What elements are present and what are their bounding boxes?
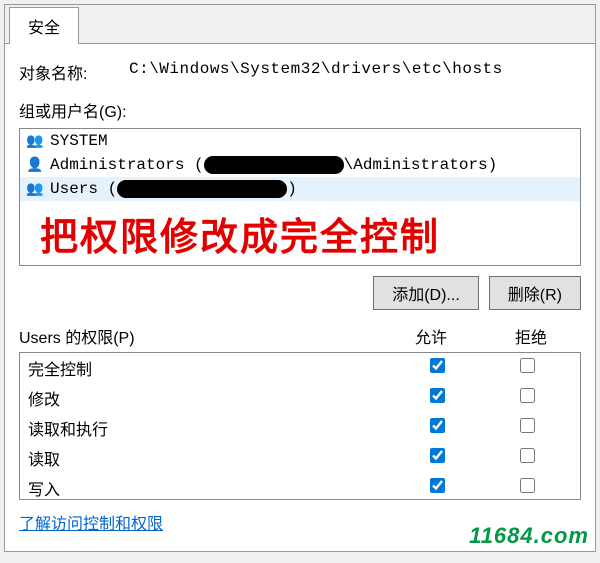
deny-checkbox[interactable] bbox=[520, 358, 535, 373]
principal-suffix: \Administrators) bbox=[344, 156, 498, 174]
permissions-listbox[interactable]: 完全控制 修改 读取和执行 读取 写入 bbox=[19, 352, 581, 500]
permission-name: 读取 bbox=[28, 446, 392, 470]
properties-dialog: 安全 对象名称: C:\Windows\System32\drivers\etc… bbox=[4, 4, 596, 552]
tab-security[interactable]: 安全 bbox=[9, 7, 79, 44]
object-row: 对象名称: C:\Windows\System32\drivers\etc\ho… bbox=[19, 60, 581, 84]
deny-checkbox[interactable] bbox=[520, 478, 535, 493]
permission-row: 写入 bbox=[20, 473, 580, 500]
permission-row: 修改 bbox=[20, 383, 580, 413]
principal-suffix: ) bbox=[287, 180, 297, 198]
permission-row: 读取 bbox=[20, 443, 580, 473]
annotation-overlay: 把权限修改成完全控制 bbox=[40, 206, 440, 261]
principal-name: SYSTEM bbox=[50, 132, 108, 150]
permission-name: 读取和执行 bbox=[28, 416, 392, 440]
deny-checkbox[interactable] bbox=[520, 388, 535, 403]
permission-row: 完全控制 bbox=[20, 353, 580, 383]
list-item[interactable]: 👥 SYSTEM bbox=[20, 129, 580, 153]
allow-checkbox[interactable] bbox=[430, 358, 445, 373]
permission-name: 修改 bbox=[28, 386, 392, 410]
redacted-text bbox=[117, 180, 287, 198]
object-path: C:\Windows\System32\drivers\etc\hosts bbox=[129, 60, 503, 84]
button-row: 添加(D)... 删除(R) bbox=[19, 276, 581, 310]
permission-name: 完全控制 bbox=[28, 356, 392, 380]
learn-more-link[interactable]: 了解访问控制和权限 bbox=[19, 510, 163, 534]
list-item[interactable]: 👥 Users ( ) bbox=[20, 177, 580, 201]
allow-checkbox[interactable] bbox=[430, 448, 445, 463]
users-icon: 👥 bbox=[26, 180, 44, 198]
list-item[interactable]: 👤 Administrators ( \Administrators) bbox=[20, 153, 580, 177]
user-icon: 👤 bbox=[26, 156, 44, 174]
groups-label: 组或用户名(G): bbox=[19, 98, 581, 122]
add-button[interactable]: 添加(D)... bbox=[373, 276, 479, 310]
dialog-content: 对象名称: C:\Windows\System32\drivers\etc\ho… bbox=[5, 44, 595, 544]
permission-name: 写入 bbox=[28, 476, 392, 500]
watermark: 11684.com bbox=[469, 523, 589, 549]
permissions-for-label: Users 的权限(P) bbox=[19, 324, 381, 348]
deny-checkbox[interactable] bbox=[520, 418, 535, 433]
redacted-text bbox=[204, 156, 344, 174]
allow-checkbox[interactable] bbox=[430, 418, 445, 433]
permissions-header: Users 的权限(P) 允许 拒绝 bbox=[19, 324, 581, 348]
permission-row: 读取和执行 bbox=[20, 413, 580, 443]
allow-column-label: 允许 bbox=[381, 324, 481, 348]
deny-column-label: 拒绝 bbox=[481, 324, 581, 348]
users-icon: 👥 bbox=[26, 132, 44, 150]
allow-checkbox[interactable] bbox=[430, 478, 445, 493]
remove-button[interactable]: 删除(R) bbox=[489, 276, 581, 310]
allow-checkbox[interactable] bbox=[430, 388, 445, 403]
object-name-label: 对象名称: bbox=[19, 60, 129, 84]
principal-name: Administrators ( bbox=[50, 156, 204, 174]
tab-strip: 安全 bbox=[5, 5, 595, 44]
groups-listbox[interactable]: 👥 SYSTEM 👤 Administrators ( \Administrat… bbox=[19, 128, 581, 266]
deny-checkbox[interactable] bbox=[520, 448, 535, 463]
principal-name: Users ( bbox=[50, 180, 117, 198]
